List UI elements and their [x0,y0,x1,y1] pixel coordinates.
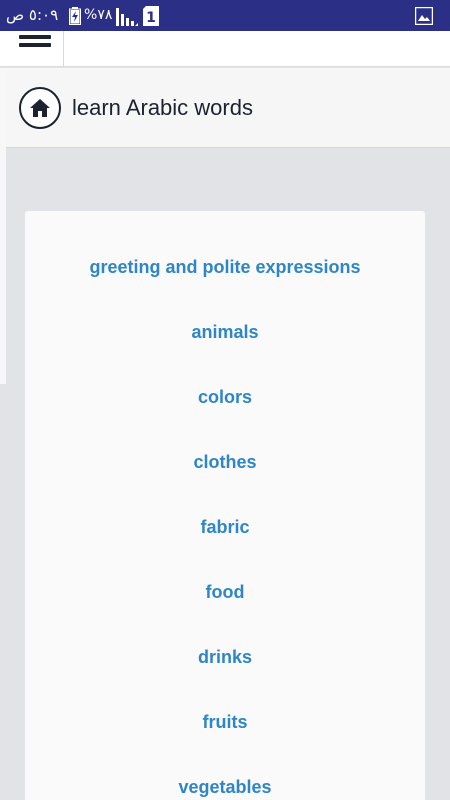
topic-link-fabric[interactable]: fabric [25,517,425,538]
top-toolbar [0,31,450,67]
app-screen: ٥:٠٩ ص %٧٨ 1 learn Arabic words greeting… [0,0,450,800]
page-header: learn Arabic words [6,68,450,148]
status-bar: ٥:٠٩ ص %٧٨ 1 [0,0,450,31]
status-time: ٥:٠٩ ص [6,6,59,24]
topics-card: greeting and polite expressions animals … [25,211,425,800]
topic-link-greetings[interactable]: greeting and polite expressions [25,257,425,278]
battery-charging-icon [69,7,81,25]
topic-link-drinks[interactable]: drinks [25,647,425,668]
home-icon [30,99,50,117]
home-button[interactable] [19,87,61,129]
sim-icon: 1 [143,6,159,26]
signal-icon [116,6,138,26]
hamburger-line [19,35,51,39]
topic-link-vegetables[interactable]: vegetables [25,777,425,798]
hamburger-line [19,43,51,47]
topic-link-colors[interactable]: colors [25,387,425,408]
sim-slot-number: 1 [146,10,156,26]
gallery-icon [414,6,434,26]
topic-link-animals[interactable]: animals [25,322,425,343]
battery-percent: %٧٨ [84,7,113,23]
hamburger-menu-icon[interactable] [0,31,64,67]
topic-link-clothes[interactable]: clothes [25,452,425,473]
topic-link-fruits[interactable]: fruits [25,712,425,733]
page-title: learn Arabic words [72,95,253,120]
topic-link-food[interactable]: food [25,582,425,603]
